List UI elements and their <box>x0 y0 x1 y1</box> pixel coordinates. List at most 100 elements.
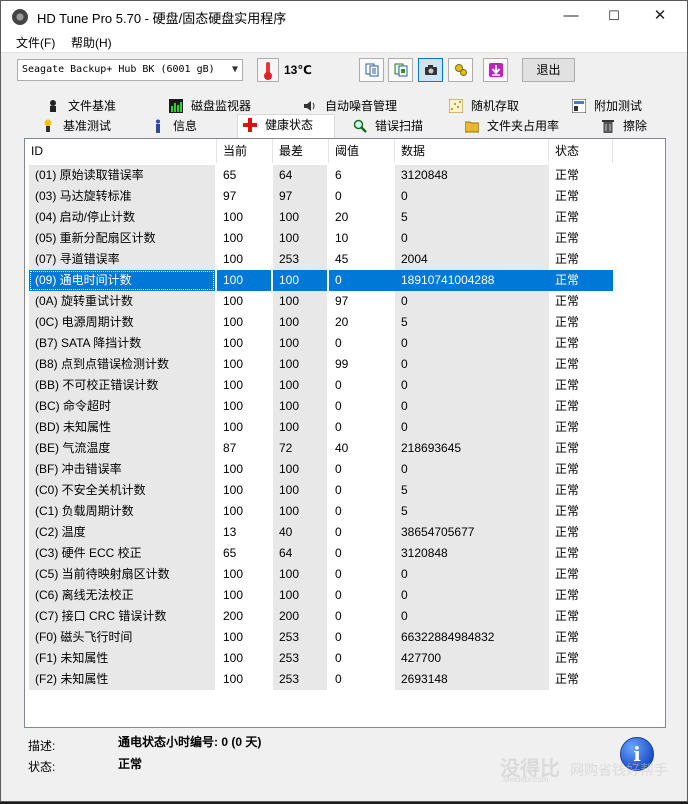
table-row[interactable]: (BB) 不可校正错误计数 100 100 0 0 正常 <box>25 375 613 396</box>
table-row[interactable]: (03) 马达旋转标准 97 97 0 0 正常 <box>25 186 613 207</box>
threshold-cell: 0 <box>335 546 342 560</box>
table-row[interactable]: (0A) 旋转重试计数 100 100 97 0 正常 <box>25 291 613 312</box>
drive-select[interactable]: Seagate Backup+ Hub BK (6001 gB) ▼ <box>17 59 243 81</box>
close-button[interactable]: ✕ <box>637 1 683 32</box>
worst-cell: 100 <box>273 207 327 228</box>
raw-data-cell: 427700 <box>395 648 549 669</box>
column-header-status[interactable]: 状态 <box>549 139 613 163</box>
table-row[interactable]: (C7) 接口 CRC 错误计数 200 200 0 0 正常 <box>25 606 613 627</box>
tab-folder-usage[interactable]: 文件夹占用率 <box>465 116 559 137</box>
table-row[interactable]: (BF) 冲击错误率 100 100 0 0 正常 <box>25 459 613 480</box>
threshold-cell: 99 <box>335 357 349 371</box>
menu-file[interactable]: 文件(F) <box>16 34 55 51</box>
table-row[interactable]: (BC) 命令超时 100 100 0 0 正常 <box>25 396 613 417</box>
table-row[interactable]: (C3) 硬件 ECC 校正 65 64 0 3120848 正常 <box>25 543 613 564</box>
info-icon <box>156 119 160 133</box>
raw-data-cell: 2693148 <box>395 669 549 690</box>
extra-tests-icon <box>572 99 586 113</box>
attribute-id-cell: (C5) 当前待映射扇区计数 <box>29 564 215 585</box>
worst-cell: 64 <box>273 165 327 186</box>
table-row[interactable]: (C6) 离线无法校正 100 100 0 0 正常 <box>25 585 613 606</box>
table-row[interactable]: (07) 寻道错误率 100 253 45 2004 正常 <box>25 249 613 270</box>
tab-file-benchmark[interactable]: 文件基准 <box>46 96 116 117</box>
attribute-id-cell: (BD) 未知属性 <box>29 417 215 438</box>
tab-erase[interactable]: 擦除 <box>601 116 647 137</box>
threshold-cell: 20 <box>335 210 349 224</box>
table-row[interactable]: (01) 原始读取错误率 65 64 6 3120848 正常 <box>25 165 613 186</box>
threshold-cell: 0 <box>335 630 342 644</box>
tab-info[interactable]: 信息 <box>151 116 197 137</box>
tab-label: 错误扫描 <box>375 119 424 133</box>
attribute-id-cell: (BB) 不可校正错误计数 <box>29 375 215 396</box>
exit-button[interactable]: 退出 <box>522 58 575 82</box>
current-cell: 100 <box>223 378 244 392</box>
column-header-current[interactable]: 当前 <box>217 139 273 163</box>
minimize-button[interactable]: — <box>548 1 594 32</box>
red-cross-icon <box>243 118 257 132</box>
table-row[interactable]: (B8) 点到点错误检测计数 100 100 99 0 正常 <box>25 354 613 375</box>
column-header-worst[interactable]: 最差 <box>273 139 329 163</box>
menu-help[interactable]: 帮助(H) <box>71 34 112 51</box>
threshold-cell: 0 <box>335 420 342 434</box>
table-row[interactable]: (B7) SATA 降挡计数 100 100 0 0 正常 <box>25 333 613 354</box>
table-row[interactable]: (F1) 未知属性 100 253 0 427700 正常 <box>25 648 613 669</box>
attribute-id-cell: (F0) 磁头飞行时间 <box>29 627 215 648</box>
threshold-cell: 97 <box>335 294 349 308</box>
table-row[interactable]: (0C) 电源周期计数 100 100 20 5 正常 <box>25 312 613 333</box>
tab-benchmark[interactable]: 基准测试 <box>41 116 111 137</box>
raw-data-cell: 0 <box>395 375 549 396</box>
save-button[interactable] <box>483 58 508 82</box>
attribute-id-cell: (BC) 命令超时 <box>29 396 215 417</box>
title-bar[interactable]: HD Tune Pro 5.70 - 硬盘/固态硬盘实用程序 — ☐ ✕ <box>1 1 687 32</box>
worst-cell: 40 <box>273 522 327 543</box>
copy-text-button[interactable] <box>359 58 384 82</box>
status-cell: 正常 <box>555 420 580 434</box>
raw-data-cell: 5 <box>395 480 549 501</box>
status-cell: 正常 <box>555 525 580 539</box>
current-cell: 100 <box>223 231 244 245</box>
current-cell: 100 <box>223 462 244 476</box>
table-row[interactable]: (05) 重新分配扇区计数 100 100 10 0 正常 <box>25 228 613 249</box>
screenshot-button[interactable] <box>418 58 443 82</box>
tab-error-scan[interactable]: 错误扫描 <box>353 116 423 137</box>
attribute-id-cell: (0A) 旋转重试计数 <box>29 291 215 312</box>
table-row[interactable]: (BD) 未知属性 100 100 0 0 正常 <box>25 417 613 438</box>
column-header-data[interactable]: 数据 <box>395 139 549 163</box>
worst-cell: 64 <box>273 543 327 564</box>
tab-random-access[interactable]: 随机存取 <box>449 96 519 117</box>
app-disk-icon <box>12 9 28 25</box>
options-button[interactable] <box>448 58 473 82</box>
table-row[interactable]: (BE) 气流温度 87 72 40 218693645 正常 <box>25 438 613 459</box>
tab-extra-tests[interactable]: 附加测试 <box>572 96 642 117</box>
table-row[interactable]: (F0) 磁头飞行时间 100 253 0 66322884984832 正常 <box>25 627 613 648</box>
worst-cell: 100 <box>273 417 327 438</box>
table-row[interactable]: (F2) 未知属性 100 253 0 2693148 正常 <box>25 669 613 690</box>
column-header-id[interactable]: ID <box>25 139 217 163</box>
column-header-threshold[interactable]: 阈值 <box>329 139 395 163</box>
status-cell: 正常 <box>555 210 580 224</box>
table-row[interactable]: (C1) 负载周期计数 100 100 0 5 正常 <box>25 501 613 522</box>
current-cell: 100 <box>223 294 244 308</box>
table-row[interactable]: (09) 通电时间计数 100 100 0 18910741004288 正常 <box>25 270 613 291</box>
threshold-cell: 0 <box>329 270 395 291</box>
table-row[interactable]: (C2) 温度 13 40 0 38654705677 正常 <box>25 522 613 543</box>
current-cell: 100 <box>223 504 244 518</box>
copy-all-button[interactable] <box>388 58 413 82</box>
maximize-button[interactable]: ☐ <box>591 1 637 32</box>
table-row[interactable]: (C5) 当前待映射扇区计数 100 100 0 0 正常 <box>25 564 613 585</box>
watermark-slogan: 网购省钱好帮手 <box>570 762 668 778</box>
smart-table[interactable]: ID 当前 最差 阈值 数据 状态 (01) 原始读取错误率 65 64 6 31208… <box>24 138 666 728</box>
worst-cell: 100 <box>273 501 327 522</box>
current-cell: 200 <box>223 609 244 623</box>
attribute-id-cell: (BF) 冲击错误率 <box>29 459 215 480</box>
table-row[interactable]: (04) 启动/停止计数 100 100 20 5 正常 <box>25 207 613 228</box>
copy-text-icon <box>365 63 379 77</box>
current-cell: 100 <box>223 399 244 413</box>
table-row[interactable]: (C0) 不安全关机计数 100 100 0 5 正常 <box>25 480 613 501</box>
current-cell: 13 <box>223 525 237 539</box>
threshold-cell: 0 <box>335 378 342 392</box>
tab-label: 信息 <box>173 119 198 133</box>
tab-health[interactable]: 健康状态 <box>237 114 335 138</box>
worst-cell: 253 <box>273 249 327 270</box>
status-value: 正常 <box>118 757 143 771</box>
